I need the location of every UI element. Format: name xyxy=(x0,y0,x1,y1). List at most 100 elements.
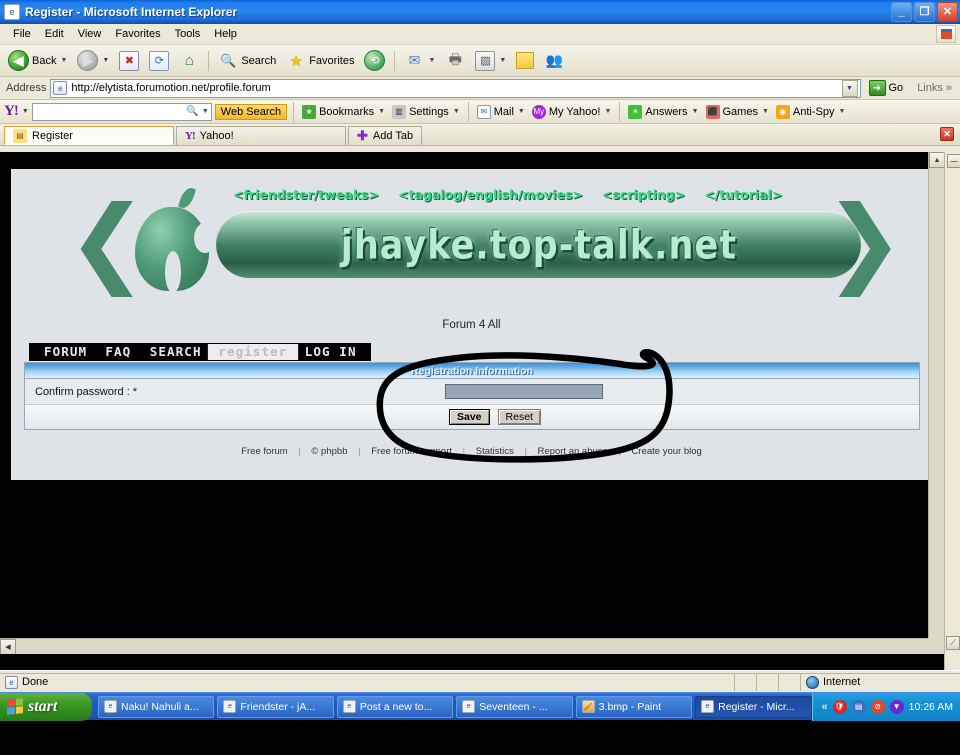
stop-button[interactable]: ✖ xyxy=(115,48,143,74)
tab-register[interactable]: ▤ Register xyxy=(4,126,174,145)
nav-item-faq[interactable]: FAQ xyxy=(95,344,142,360)
yahoo-bookmarks-button[interactable]: ★ Bookmarks ▼ xyxy=(300,105,387,119)
yahoo-search-input[interactable]: 🔍 ▼ xyxy=(32,103,212,121)
footer-link-statistics[interactable]: Statistics xyxy=(472,446,518,457)
banner-link-tutorial[interactable]: </tutorial> xyxy=(704,187,782,202)
block-icon[interactable]: ⊘ xyxy=(871,700,885,714)
home-button[interactable]: ⌂ xyxy=(175,48,203,74)
chevron-down-icon[interactable]: ▼ xyxy=(378,108,385,115)
toolbar-divider xyxy=(208,51,209,71)
refresh-button[interactable]: ⟳ xyxy=(145,48,173,74)
menu-item-help[interactable]: Help xyxy=(207,26,244,42)
canvas-minimize-handle[interactable]: — xyxy=(947,154,960,168)
links-label: Links xyxy=(917,82,943,94)
address-dropdown-button[interactable]: ▼ xyxy=(842,80,858,97)
canvas-resize-handle[interactable]: ⟋ xyxy=(946,636,960,650)
save-button[interactable]: Save xyxy=(449,409,490,425)
page-vertical-scrollbar[interactable]: ▲ ▼ xyxy=(928,152,944,654)
menu-item-tools[interactable]: Tools xyxy=(168,26,208,42)
star-icon: ★ xyxy=(286,51,306,71)
site-logo-banner: jhayke.top-talk.net xyxy=(216,211,861,278)
footer-link-report-an-abuse[interactable]: Report an abuse xyxy=(534,446,612,457)
antispy-icon[interactable]: ▼ xyxy=(890,700,904,714)
footer-link-free-forum-support[interactable]: Free forum support xyxy=(367,446,456,457)
confirm-password-input[interactable] xyxy=(445,384,603,399)
taskbar-item-post-a-new-topic[interactable]: e Post a new to... xyxy=(337,696,453,718)
yahoo-item-label: Bookmarks xyxy=(319,106,374,118)
chevron-down-icon[interactable]: ▼ xyxy=(22,108,29,115)
menu-item-favorites[interactable]: Favorites xyxy=(108,26,167,42)
minimize-button[interactable]: _ xyxy=(891,2,912,22)
footer-link-create-your-blog[interactable]: Create your blog xyxy=(628,446,706,457)
network-icon[interactable]: ▤ xyxy=(852,700,866,714)
edit-button[interactable]: ▨ ▼ xyxy=(471,48,510,74)
chevron-down-icon[interactable]: ▼ xyxy=(202,108,209,115)
taskbar-item-naku-nahuli[interactable]: e Naku! Nahuli a... xyxy=(98,696,214,718)
nav-item-register[interactable]: register xyxy=(208,344,298,360)
banner-link-scripting[interactable]: <scripting> xyxy=(602,187,685,202)
chevron-down-icon[interactable]: ▼ xyxy=(762,108,769,115)
security-shield-icon[interactable]: 🛡 xyxy=(833,700,847,714)
links-button[interactable]: Links » xyxy=(911,82,958,94)
yahoo-mail-button[interactable]: ✉ Mail ▼ xyxy=(475,105,527,119)
history-button[interactable]: ⟲ xyxy=(360,48,389,74)
yahoo-games-button[interactable]: ⬛ Games ▼ xyxy=(704,105,771,119)
menu-item-file[interactable]: File xyxy=(6,26,38,42)
maximize-button[interactable]: ❐ xyxy=(914,2,935,22)
mail-button[interactable]: ✉ ▼ xyxy=(400,48,439,74)
back-button[interactable]: ◀ Back ▼ xyxy=(4,48,71,74)
web-search-button[interactable]: Web Search xyxy=(215,104,287,120)
browser-status-bar: e Done Internet xyxy=(0,670,960,692)
note-button[interactable] xyxy=(512,48,538,74)
browser-toolbar: ◀ Back ▼ ▶ ▼ ✖ ⟳ ⌂ 🔍 Search ★ Favorites … xyxy=(0,45,960,77)
close-button[interactable]: ✕ xyxy=(937,2,958,22)
banner-link-friendster-tweaks[interactable]: <friendster/tweaks> xyxy=(233,187,379,202)
yahoo-settings-button[interactable]: ▥ Settings ▼ xyxy=(390,105,462,119)
search-button[interactable]: 🔍 Search xyxy=(214,48,280,74)
favorites-button[interactable]: ★ Favorites xyxy=(282,48,358,74)
forward-arrow-icon: ▶ xyxy=(77,50,98,71)
reset-button[interactable]: Reset xyxy=(498,409,541,425)
footer-link-free-forum[interactable]: Free forum xyxy=(237,446,291,457)
nav-item-search[interactable]: SEARCH xyxy=(139,344,212,360)
banner-link-tagalog-english-movies[interactable]: <tagalog/english/movies> xyxy=(398,187,583,202)
messenger-button[interactable]: 👥 xyxy=(540,48,568,74)
chevron-down-icon[interactable]: ▼ xyxy=(692,108,699,115)
taskbar-item-seventeen[interactable]: e Seventeen - ... xyxy=(456,696,572,718)
yahoo-my-yahoo-button[interactable]: My My Yahoo! ▼ xyxy=(530,105,614,119)
chevron-down-icon[interactable]: ▼ xyxy=(60,57,67,64)
chevron-down-icon[interactable]: ▼ xyxy=(838,108,845,115)
chevron-down-icon[interactable]: ▼ xyxy=(102,57,109,64)
chevron-down-icon[interactable]: ▼ xyxy=(604,108,611,115)
tab-yahoo[interactable]: Y! Yahoo! xyxy=(176,126,346,145)
taskbar-item-friendster[interactable]: e Friendster - jA... xyxy=(217,696,333,718)
yahoo-answers-button[interactable]: ✶ Answers ▼ xyxy=(626,105,700,119)
nav-item-login[interactable]: LOG IN xyxy=(294,344,367,360)
chevron-down-icon[interactable]: ▼ xyxy=(428,57,435,64)
yahoo-anti-spy-button[interactable]: ◉ Anti-Spy ▼ xyxy=(774,105,848,119)
close-tabbar-button[interactable]: ✕ xyxy=(940,127,954,141)
page-horizontal-scrollbar[interactable]: ◀ ▶ xyxy=(0,638,944,654)
menu-item-view[interactable]: View xyxy=(71,26,109,42)
taskbar-item-paint[interactable]: 🖌 3.bmp - Paint xyxy=(576,696,692,718)
address-input[interactable]: e http://elytista.forumotion.net/profile… xyxy=(50,79,860,98)
nav-item-forum[interactable]: FORUM xyxy=(33,344,97,360)
yahoo-logo-icon[interactable]: Y! xyxy=(4,103,18,120)
show-hidden-chevron-icon[interactable]: « xyxy=(822,659,828,755)
chevron-down-icon[interactable]: ▼ xyxy=(453,108,460,115)
menu-item-edit[interactable]: Edit xyxy=(38,26,71,42)
scroll-up-button[interactable]: ▲ xyxy=(929,152,944,168)
footer-link-phpbb[interactable]: © phpbb xyxy=(307,446,351,457)
chevron-down-icon[interactable]: ▼ xyxy=(518,108,525,115)
forward-button[interactable]: ▶ ▼ xyxy=(73,48,113,74)
start-button[interactable]: start xyxy=(0,693,92,721)
chevron-down-icon[interactable]: ▼ xyxy=(499,57,506,64)
go-button[interactable]: ➜ Go xyxy=(865,80,908,96)
taskbar-item-register[interactable]: e Register - Micr... xyxy=(695,696,811,718)
add-tab-button[interactable]: ✚ Add Tab xyxy=(348,126,422,145)
taskbar-clock[interactable]: 10:26 AM xyxy=(909,701,953,713)
ie-icon: e xyxy=(701,700,714,713)
print-button[interactable]: 🖶 xyxy=(441,48,469,74)
toolbar-divider xyxy=(619,102,620,122)
scroll-left-button[interactable]: ◀ xyxy=(0,639,16,654)
